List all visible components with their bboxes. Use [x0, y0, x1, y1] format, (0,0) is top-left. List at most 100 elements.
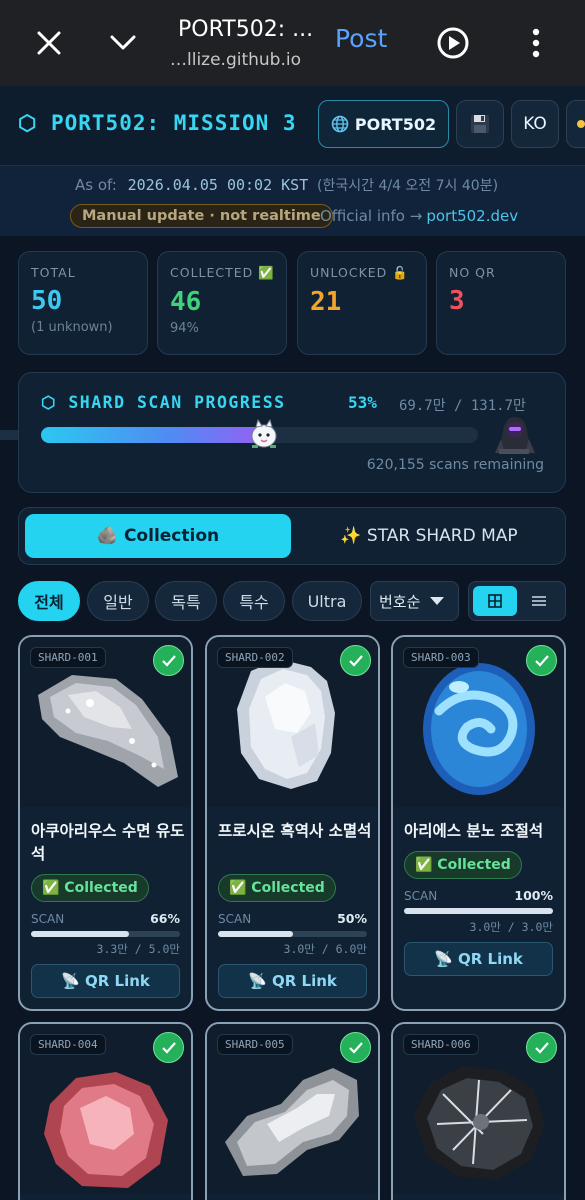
check-icon	[340, 1032, 371, 1063]
progress-track	[41, 418, 478, 448]
stat-collected: COLLECTED ✅ 46 94%	[157, 251, 287, 355]
save-button[interactable]	[456, 100, 504, 148]
check-icon	[340, 645, 371, 676]
manual-update-badge: Manual update · not realtime	[70, 204, 333, 228]
scan-label: SCAN	[218, 912, 252, 926]
as-of-datetime: 2026.04.05 00:02 KST	[127, 176, 309, 194]
view-tabs: 🪨 Collection ✨ STAR SHARD MAP	[18, 507, 566, 565]
mascot-icon	[247, 417, 281, 451]
filter-ultra[interactable]: Ultra	[292, 581, 362, 621]
post-button[interactable]: Post	[335, 24, 387, 53]
official-info-link[interactable]: port502.dev	[426, 207, 518, 225]
sun-icon	[573, 116, 585, 132]
as-of-local-time: (한국시간 4/4 오전 7시 40분)	[317, 178, 499, 194]
language-button[interactable]: KO	[511, 100, 559, 148]
shard-card[interactable]: SHARD-002 프로시온 흑역사 소멸석 ✅ Collected SCAN …	[205, 635, 380, 1011]
scan-count: 3.0만 / 3.0만	[469, 920, 553, 934]
play-icon[interactable]	[430, 20, 476, 66]
scan-bar-fill	[404, 908, 553, 914]
shard-name: 프로시온 흑역사 소멸석	[218, 822, 372, 840]
chevron-down-icon[interactable]	[100, 20, 146, 66]
grid-icon	[488, 594, 502, 608]
scan-bar-fill	[31, 931, 130, 937]
qr-link-button[interactable]: 📡 QR Link	[31, 964, 180, 998]
stat-label: TOTAL	[31, 265, 76, 280]
dropdown-arrow-icon	[429, 596, 445, 606]
shard-id: SHARD-006	[403, 1034, 479, 1055]
view-mode-toggle	[468, 581, 566, 621]
boss-icon	[489, 409, 537, 457]
check-icon	[526, 1032, 557, 1063]
filter-special[interactable]: 특수	[223, 581, 285, 621]
check-icon	[526, 645, 557, 676]
shard-card[interactable]: SHARD-001 아쿠아리우스 수면 유도석 ✅ Collected SCAN…	[18, 635, 193, 1011]
qr-link-button[interactable]: 📡 QR Link	[218, 964, 367, 998]
shard-card[interactable]: SHARD-005	[205, 1022, 380, 1200]
scan-bar	[404, 908, 553, 914]
check-icon	[153, 645, 184, 676]
stat-value: 21	[310, 287, 342, 317]
progress-fill	[41, 427, 273, 443]
scan-percent: 66%	[150, 911, 180, 926]
progress-percent: 53%	[348, 393, 377, 412]
scan-bar	[31, 931, 180, 937]
as-of-line: As of: 2026.04.05 00:02 KST (한국시간 4/4 오전…	[75, 175, 498, 195]
stat-value: 3	[449, 286, 465, 316]
progress-remaining: 620,155 scans remaining	[366, 457, 544, 473]
scan-count: 3.3만 / 5.0만	[96, 942, 180, 956]
scan-label: SCAN	[31, 912, 65, 926]
stat-value: 46	[170, 287, 202, 317]
close-icon[interactable]	[26, 20, 72, 66]
list-view-button[interactable]	[517, 586, 561, 616]
check-icon	[153, 1032, 184, 1063]
stat-label: NO QR	[449, 265, 496, 280]
more-vert-icon[interactable]	[513, 20, 559, 66]
shard-card[interactable]: SHARD-003 아리에스 분노 조절석 ✅ Collected SCAN 1…	[391, 635, 566, 1011]
official-info-label: Official info →	[320, 207, 423, 225]
stat-label: COLLECTED ✅	[170, 265, 275, 280]
scan-label: SCAN	[404, 889, 438, 903]
tab-collection[interactable]: 🪨 Collection	[25, 514, 291, 558]
shard-card[interactable]: SHARD-004	[18, 1022, 193, 1200]
as-of-label: As of:	[75, 176, 117, 194]
page-title: PORT502: ...	[178, 17, 314, 42]
filter-all[interactable]: 전체	[18, 581, 80, 621]
scan-count: 3.0만 / 6.0만	[283, 942, 367, 956]
grid-view-button[interactable]	[473, 586, 517, 616]
stat-total: TOTAL 50 (1 unknown)	[18, 251, 148, 355]
app-brand: ⬡ PORT502: MISSION 3	[18, 111, 297, 135]
qr-link-button[interactable]: 📡 QR Link	[404, 942, 553, 976]
collected-badge: ✅ Collected	[404, 851, 522, 879]
shard-id: SHARD-005	[217, 1034, 293, 1055]
sort-select[interactable]: 번호순	[370, 581, 459, 621]
official-info: Official info → port502.dev	[320, 207, 518, 225]
stat-unlocked: UNLOCKED 🔓 21	[297, 251, 427, 355]
globe-icon	[331, 115, 349, 133]
sort-label: 번호순	[379, 592, 421, 611]
port502-site-button[interactable]: PORT502	[318, 100, 449, 148]
stat-value: 50	[31, 286, 63, 316]
list-icon	[531, 595, 547, 607]
scan-progress-card: ⬡ SHARD SCAN PROGRESS 53% 69.7만 / 131.7만…	[18, 372, 566, 493]
tab-star-shard-map[interactable]: ✨ STAR SHARD MAP	[297, 514, 561, 558]
save-icon	[469, 113, 491, 135]
app-header: ⬡ PORT502: MISSION 3 PORT502 KO	[0, 86, 585, 166]
shard-name: 아리에스 분노 조절석	[404, 822, 544, 840]
scan-bar	[218, 931, 367, 937]
shard-id: SHARD-004	[30, 1034, 106, 1055]
shard-id: SHARD-002	[217, 647, 293, 668]
filter-normal[interactable]: 일반	[87, 581, 149, 621]
stat-no-qr: NO QR 3	[436, 251, 566, 355]
update-info-bar: As of: 2026.04.05 00:02 KST (한국시간 4/4 오전…	[0, 166, 585, 236]
filter-unique[interactable]: 독특	[155, 581, 217, 621]
shard-id: SHARD-003	[403, 647, 479, 668]
stat-sub: (1 unknown)	[31, 320, 113, 335]
theme-button[interactable]	[566, 100, 585, 148]
language-label: KO	[523, 114, 547, 134]
shard-card[interactable]: SHARD-006	[391, 1022, 566, 1200]
collected-badge: ✅ Collected	[218, 874, 336, 902]
page-url[interactable]: …llize.github.io	[170, 50, 301, 70]
scan-percent: 50%	[337, 911, 367, 926]
stat-sub: 94%	[170, 321, 199, 336]
browser-toolbar: PORT502: ... …llize.github.io Post	[0, 0, 585, 86]
